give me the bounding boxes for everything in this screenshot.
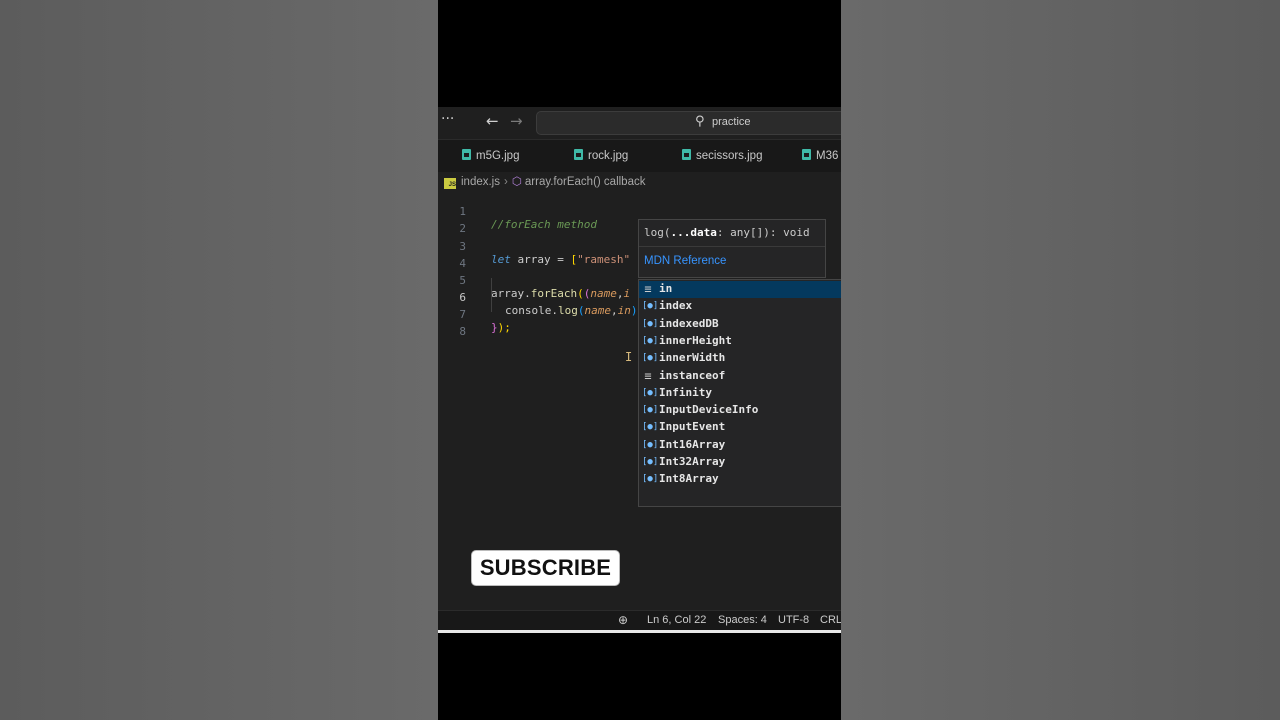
- suggestion-item[interactable]: [●] Infinity: [639, 385, 841, 402]
- suggestion-label: instanceof: [659, 368, 726, 382]
- subscribe-button[interactable]: SUBSCRIBE: [471, 550, 620, 586]
- tab-label: rock.jpg: [588, 150, 629, 162]
- code-editor[interactable]: JS index.js › ⬡ array.forEach() callback 1 /…: [438, 172, 841, 610]
- back-arrow-icon[interactable]: ←: [486, 112, 499, 130]
- popup-divider: [639, 246, 825, 247]
- suggestion-label: innerHeight: [659, 333, 732, 347]
- variable-icon: [●]: [642, 422, 659, 433]
- tab-rock[interactable]: rock.jpg: [574, 149, 628, 162]
- variable-icon: [●]: [642, 318, 659, 329]
- variable-icon: [●]: [642, 335, 659, 346]
- suggestion-item[interactable]: [●] indexedDB: [639, 316, 841, 333]
- video-frame: ··· ← → ⚲ practice m5G.jpg rock.jpg seci…: [438, 0, 841, 720]
- title-bar: ··· ← → ⚲ practice: [438, 107, 841, 139]
- suggestion-item[interactable]: ≡ instanceof: [639, 368, 841, 385]
- javascript-file-icon: JS: [444, 178, 456, 189]
- variable-icon: [●]: [642, 439, 659, 450]
- status-encoding[interactable]: UTF-8: [778, 614, 809, 626]
- chevron-right-icon: ›: [504, 176, 508, 188]
- forward-arrow-icon[interactable]: →: [510, 112, 523, 130]
- image-file-icon: [574, 149, 583, 160]
- variable-icon: [●]: [642, 474, 659, 485]
- suggestion-label: innerWidth: [659, 351, 726, 365]
- mdn-reference-link[interactable]: MDN Reference: [644, 255, 726, 267]
- command-center-search[interactable]: ⚲ practice: [536, 111, 841, 135]
- variable-icon: [●]: [642, 353, 659, 364]
- suggestion-item[interactable]: [●] Int16Array: [639, 437, 841, 454]
- code-line-1: 1 //forEach method: [438, 192, 841, 231]
- suggestion-item[interactable]: [●] Int8Array: [639, 471, 841, 488]
- variable-icon: [●]: [642, 405, 659, 416]
- line-number: 8: [459, 325, 466, 338]
- breadcrumb-file[interactable]: index.js: [461, 176, 500, 188]
- variable-icon: [●]: [642, 387, 659, 398]
- suggestion-label: in: [659, 282, 673, 295]
- status-indentation[interactable]: Spaces: 4: [718, 614, 767, 626]
- suggestion-item[interactable]: [●] innerWidth: [639, 350, 841, 367]
- breadcrumb-symbol[interactable]: array.forEach() callback: [525, 176, 646, 188]
- keyword-icon: ≡: [644, 282, 652, 296]
- suggestion-item[interactable]: [●] InputEvent: [639, 419, 841, 436]
- parameter-hint-popup: log(...data: any[]): void MDN Reference: [638, 219, 826, 278]
- keyword-icon: ≡: [644, 368, 652, 383]
- image-file-icon: [682, 149, 691, 160]
- blurred-background-right: [841, 0, 1280, 720]
- suggestion-label: Int32Array: [659, 455, 726, 468]
- progress-line: [438, 630, 841, 633]
- suggestion-item[interactable]: [●] innerHeight: [639, 333, 841, 350]
- suggestion-widget[interactable]: ≡ in [●] index [●] indexedDB [●] innerHeight [●]…: [638, 279, 841, 507]
- blurred-background-left: [0, 0, 438, 720]
- search-text: practice: [712, 116, 751, 128]
- suggestion-item[interactable]: [●] index: [639, 298, 841, 315]
- zoom-icon[interactable]: ⊕: [618, 613, 628, 627]
- tab-m36[interactable]: M36: [802, 149, 838, 162]
- indent-guide: [491, 278, 492, 312]
- suggestion-label: indexedDB: [659, 316, 719, 330]
- editor-tabs: m5G.jpg rock.jpg secissors.jpg M36: [438, 139, 841, 173]
- status-bar: ⊕ Ln 6, Col 22 Spaces: 4 UTF-8 CRLF: [438, 610, 841, 631]
- method-cube-icon: ⬡: [511, 176, 522, 188]
- more-menu-icon[interactable]: ···: [441, 111, 454, 127]
- tab-secissors[interactable]: secissors.jpg: [682, 149, 762, 162]
- image-file-icon: [802, 149, 811, 160]
- suggestion-label: Int16Array: [659, 437, 726, 451]
- tab-label: M36: [816, 150, 839, 162]
- search-icon: ⚲: [695, 114, 705, 129]
- variable-icon: [●]: [642, 301, 659, 312]
- signature-text: log(...data: any[]): void: [644, 226, 810, 239]
- suggestion-label: Infinity: [659, 385, 712, 399]
- breadcrumb: JS index.js › ⬡ array.forEach() callback: [444, 174, 645, 189]
- suggestion-label: InputDeviceInfo: [659, 403, 759, 417]
- image-file-icon: [462, 149, 471, 160]
- variable-icon: [●]: [642, 457, 659, 467]
- tab-m5g[interactable]: m5G.jpg: [462, 149, 519, 162]
- suggestion-item[interactable]: ≡ in: [639, 281, 841, 298]
- suggestion-item[interactable]: [●] InputDeviceInfo: [639, 402, 841, 419]
- status-eol[interactable]: CRLF: [820, 614, 841, 626]
- tab-label: secissors.jpg: [696, 150, 763, 162]
- suggestion-item[interactable]: [●] Int32Array: [639, 454, 841, 471]
- tab-label: m5G.jpg: [476, 150, 520, 162]
- text-cursor-icon: I: [625, 350, 633, 364]
- suggestion-label: Int8Array: [659, 472, 719, 486]
- suggestion-label: InputEvent: [659, 420, 726, 434]
- suggestion-label: index: [659, 299, 693, 313]
- status-cursor-position[interactable]: Ln 6, Col 22: [647, 614, 706, 626]
